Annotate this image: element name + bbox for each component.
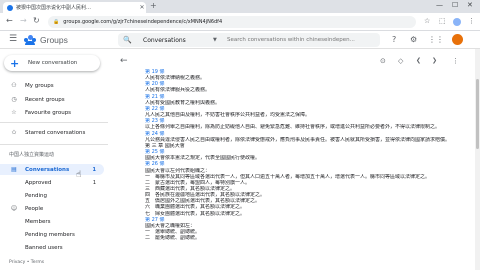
help-icon[interactable]: ? — [392, 35, 396, 44]
browser-tab-title: 被狠中国次国示说化中副人民利… — [16, 5, 92, 11]
forward-icon[interactable]: → — [20, 16, 27, 25]
search-scope-select[interactable]: Conversations — [143, 37, 213, 44]
reload-icon[interactable]: ↻ — [33, 16, 40, 25]
sidebar-item-my-groups[interactable]: ⚇ My groups — [0, 80, 104, 91]
extensions-icon[interactable]: ⬚ — [439, 17, 446, 25]
sidebar-item-label: Banned users — [25, 244, 63, 251]
back-icon[interactable]: ← — [6, 16, 13, 25]
product-name: Groups — [40, 35, 68, 45]
sidebar-item-starred[interactable]: ✩ Starred conversations — [0, 127, 104, 138]
sidebar-item-label: My groups — [25, 82, 54, 89]
message-body: 第 19 條人民有依法律納稅之義務。第 20 條人民有依法律服兵役之義務。第 2… — [145, 69, 465, 269]
sidebar-item-approved[interactable]: Approved 1 — [0, 177, 104, 188]
groups-header: ☰ Groups 🔍 Conversations ▼ ? ⚙ ⋮⋮ — [0, 31, 480, 49]
person-icon: ☺ — [10, 205, 18, 212]
browser-tab-strip: 被狠中国次国示说化中副人民利… ✕ + — ☐ ✕ — [0, 0, 480, 13]
privacy-terms-link[interactable]: Privacy • Terms — [9, 260, 44, 265]
sidebar-item-banned-users[interactable]: Banned users — [0, 242, 104, 253]
star-icon: ☆ — [11, 109, 17, 116]
mouse-pointer-icon: ☝ — [76, 170, 82, 180]
search-input[interactable] — [227, 37, 380, 43]
account-avatar[interactable] — [452, 34, 463, 45]
sidebar: + New conversation ⚇ My groups ◷ Recent … — [0, 49, 108, 270]
address-bar[interactable]: 🔒 groups.google.com/g/zjr7chineseindepen… — [48, 16, 416, 28]
sidebar-item-recent-groups[interactable]: ◷ Recent groups — [0, 94, 104, 105]
sidebar-item-pending-members[interactable]: Pending members — [0, 229, 104, 240]
sidebar-item-label: Members — [25, 218, 51, 225]
main-menu-icon[interactable]: ☰ — [9, 34, 17, 44]
sidebar-item-label: Approved — [25, 179, 52, 186]
sidebar-item-members[interactable]: Members — [0, 216, 104, 227]
sidebar-item-label: Pending members — [25, 231, 75, 238]
chevron-down-icon[interactable]: ▼ — [213, 37, 227, 43]
scrollbar[interactable] — [475, 49, 480, 270]
sidebar-item-conversations[interactable]: ▤ Conversations 1 — [0, 164, 104, 175]
groups-favicon-icon — [7, 4, 13, 11]
article-text: 一 每縣市及其同等區域各選出代表一人，但其人口逾五十萬人者，每增加五十萬人，增選… — [145, 173, 431, 180]
maximize-icon[interactable]: ☐ — [452, 1, 458, 9]
previous-page-icon[interactable]: ❮ — [416, 57, 421, 64]
sidebar-item-favourite-groups[interactable]: ☆ Favourite groups — [0, 107, 104, 118]
scrollbar-thumb[interactable] — [476, 79, 479, 149]
url-text: groups.google.com/g/zjr7chineseindepende… — [63, 19, 223, 25]
starred-icon: ✩ — [11, 129, 17, 136]
lock-icon: 🔒 — [53, 19, 60, 25]
history-icon[interactable]: ⊙ — [380, 57, 386, 65]
new-conversation-label: New conversation — [28, 60, 78, 66]
group-name-heading[interactable]: 中国人独立資策运动 — [9, 151, 54, 158]
new-tab-icon[interactable]: + — [150, 1, 157, 10]
more-options-icon[interactable]: ⋮ — [452, 57, 459, 65]
groups-logo-icon — [24, 35, 36, 45]
sidebar-item-label: Starred conversations — [25, 129, 86, 136]
next-page-icon[interactable]: ❯ — [432, 57, 437, 64]
sidebar-item-pending[interactable]: Pending — [0, 190, 104, 201]
conversations-icon: ▤ — [11, 166, 17, 173]
browser-toolbar: ← → ↻ 🔒 groups.google.com/g/zjr7chinesei… — [0, 13, 480, 31]
search-bar: 🔍 Conversations ▼ — [118, 33, 380, 47]
sidebar-divider — [0, 122, 108, 123]
article-text: 二 罷免總統、副總統。 — [145, 235, 201, 242]
conversations-count: 1 — [92, 166, 96, 173]
search-icon[interactable]: 🔍 — [123, 36, 137, 44]
sidebar-item-label: Conversations — [25, 166, 70, 173]
bookmark-star-icon[interactable]: ☆ — [424, 17, 430, 25]
window-close-icon[interactable]: ✕ — [467, 1, 473, 9]
sidebar-item-label: Pending — [25, 192, 47, 199]
sidebar-item-label: Favourite groups — [25, 109, 72, 116]
sidebar-item-label: People — [25, 205, 44, 212]
profile-avatar[interactable] — [453, 18, 461, 26]
conversation-panel: ← ⊙ ◇ ❮ ❯ ⋮ 第 19 條人民有依法律納稅之義務。第 20 條人民有依… — [108, 49, 480, 270]
settings-gear-icon[interactable]: ⚙ — [410, 35, 417, 44]
sidebar-item-people[interactable]: ☺ People — [0, 203, 104, 214]
article-text: 以上各條列舉之自由權利，除為防止妨礙他人自由、避免緊急危難、維持社會秩序，或增進… — [145, 124, 441, 131]
sidebar-item-label: Recent groups — [25, 96, 65, 103]
back-arrow-icon[interactable]: ← — [120, 56, 128, 66]
tag-icon[interactable]: ◇ — [398, 57, 403, 65]
new-conversation-button[interactable]: + New conversation — [4, 55, 100, 71]
apps-grid-icon[interactable]: ⋮⋮ — [428, 35, 444, 44]
plus-icon: + — [10, 56, 20, 70]
groups-icon: ⚇ — [11, 82, 17, 89]
browser-tab[interactable]: 被狠中国次国示说化中副人民利… ✕ — [3, 2, 146, 13]
approved-count: 1 — [92, 179, 96, 186]
sidebar-divider — [0, 144, 108, 145]
article-text: 凡公務員違法侵害人民之自由或權利者，除依法律受懲戒外，應負刑事及民事責任。被害人… — [145, 136, 451, 143]
browser-menu-icon[interactable]: ⋮ — [468, 17, 475, 25]
tab-close-icon[interactable]: ✕ — [138, 4, 146, 11]
minimize-icon[interactable]: — — [436, 1, 443, 9]
clock-icon: ◷ — [11, 96, 17, 103]
